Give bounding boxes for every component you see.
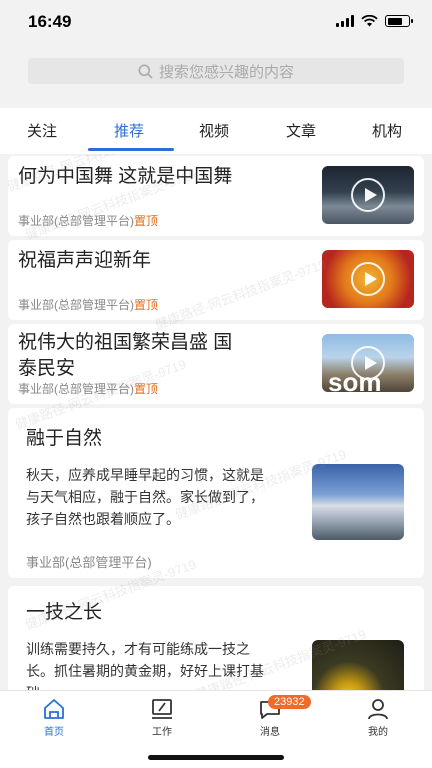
search-input[interactable]: 搜索您感兴趣的内容: [28, 58, 404, 84]
video-thumbnail[interactable]: [322, 166, 414, 224]
play-icon: [351, 178, 385, 212]
wifi-icon: [361, 15, 378, 27]
card-desc-line: 孩子自然也跟着顺应了。: [26, 511, 180, 527]
card-desc-line: 础。: [26, 682, 54, 690]
status-bar: 16:49: [0, 0, 432, 44]
unread-badge: 23932: [268, 695, 311, 709]
search-area: 搜索您感兴趣的内容: [0, 44, 432, 108]
card-title: 一技之长: [26, 602, 103, 623]
card-desc-line: 与天气相应，融于自然。家长做到了，: [26, 489, 264, 505]
feed-card[interactable]: 祝福声声迎新年 事业部(总部管理平台)置顶: [8, 240, 424, 320]
tab-active-indicator: [88, 148, 174, 151]
card-desc-line: 训练需要持久，才有可能练成一技之: [26, 641, 250, 657]
tabbar-message[interactable]: 23932 消息: [240, 695, 311, 738]
card-title: 何为中国舞 这就是中国舞: [18, 166, 233, 187]
feed-card[interactable]: 融于自然 秋天，应养成早睡早起的习惯，这就是 与天气相应，融于自然。家长做到了，…: [8, 408, 424, 578]
cellular-signal-icon: [336, 15, 354, 27]
tab-article[interactable]: 文章: [286, 120, 316, 141]
card-desc-line: 长。抓住暑期的黄金期，好好上课打基: [26, 663, 264, 679]
search-icon: [138, 64, 153, 79]
card-title-line2: 泰民安: [18, 358, 76, 379]
card-source: 事业部(总部管理平台)置顶: [18, 298, 159, 312]
tabbar-label: 消息: [260, 727, 280, 738]
article-thumbnail[interactable]: [312, 464, 404, 540]
tab-follow[interactable]: 关注: [27, 120, 57, 141]
card-title: 祝伟大的祖国繁荣昌盛 国: [18, 332, 233, 353]
feed-card[interactable]: 一技之长 训练需要持久，才有可能练成一技之 长。抓住暑期的黄金期，好好上课打基 …: [8, 586, 424, 690]
card-source: 事业部(总部管理平台)置顶: [18, 382, 159, 396]
bottom-tab-bar: 首页 工作 23932 消息 我的: [0, 690, 432, 768]
tabbar-label: 工作: [152, 727, 172, 738]
pinned-tag: 置顶: [134, 214, 159, 228]
tab-video[interactable]: 视频: [199, 120, 229, 141]
search-placeholder: 搜索您感兴趣的内容: [158, 63, 294, 81]
video-thumbnail[interactable]: [322, 250, 414, 308]
card-desc-line: 秋天，应养成早睡早起的习惯，这就是: [26, 467, 264, 483]
card-source: 事业部(总部管理平台)置顶: [18, 214, 159, 228]
video-thumbnail[interactable]: som: [322, 334, 414, 392]
home-icon: [44, 699, 64, 719]
tabbar-work[interactable]: 工作: [132, 697, 192, 738]
tab-recommend[interactable]: 推荐: [114, 120, 144, 141]
tab-organization[interactable]: 机构: [372, 120, 402, 141]
battery-icon: [385, 15, 413, 27]
tabbar-home[interactable]: 首页: [24, 697, 84, 738]
home-indicator: [148, 755, 284, 760]
content-feed[interactable]: 何为中国舞 这就是中国舞 事业部(总部管理平台)置顶 祝福声声迎新年 事业部(总…: [0, 154, 432, 690]
category-tabs: 关注 推荐 视频 文章 机构: [0, 108, 432, 154]
card-title: 祝福声声迎新年: [18, 250, 152, 271]
profile-icon: [368, 699, 388, 720]
tabbar-label: 我的: [368, 727, 388, 738]
tabbar-profile[interactable]: 我的: [348, 697, 408, 738]
pinned-tag: 置顶: [134, 298, 159, 312]
feed-card[interactable]: 祝伟大的祖国繁荣昌盛 国 泰民安 事业部(总部管理平台)置顶 som: [8, 324, 424, 404]
card-title: 融于自然: [26, 428, 103, 449]
status-icons: [336, 15, 413, 27]
thumbnail-text: som: [328, 367, 382, 392]
article-thumbnail[interactable]: [312, 640, 404, 690]
card-source: 事业部(总部管理平台): [26, 555, 152, 570]
play-icon: [351, 262, 385, 296]
status-time: 16:49: [28, 12, 72, 31]
tabbar-label: 首页: [44, 727, 64, 738]
pinned-tag: 置顶: [134, 382, 159, 396]
work-icon: [152, 699, 172, 719]
feed-card[interactable]: 何为中国舞 这就是中国舞 事业部(总部管理平台)置顶: [8, 156, 424, 236]
